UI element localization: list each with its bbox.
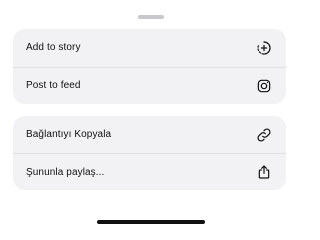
share-with-option[interactable]: Şununla paylaş... — [13, 153, 286, 190]
share-sheet: Add to story Post to feed Bağlantıyı Kop… — [0, 0, 300, 231]
sheet-grabber-handle[interactable] — [138, 15, 164, 19]
post-to-feed-label: Post to feed — [26, 80, 81, 92]
add-to-story-label: Add to story — [26, 42, 81, 54]
share-with-label: Şununla paylaş... — [26, 166, 105, 178]
instagram-icon — [256, 78, 272, 94]
share-options-group-primary: Add to story Post to feed — [13, 29, 286, 104]
copy-link-label: Bağlantıyı Kopyala — [26, 129, 112, 140]
post-to-feed-option[interactable]: Post to feed — [13, 66, 286, 105]
add-story-icon — [256, 40, 272, 56]
link-icon — [256, 127, 272, 143]
copy-link-option[interactable]: Bağlantıyı Kopyala — [13, 116, 286, 153]
share-options-group-secondary: Bağlantıyı Kopyala Şununla paylaş... — [13, 116, 286, 190]
home-indicator[interactable] — [97, 220, 205, 224]
add-to-story-option[interactable]: Add to story — [13, 29, 286, 67]
share-icon — [256, 164, 272, 180]
